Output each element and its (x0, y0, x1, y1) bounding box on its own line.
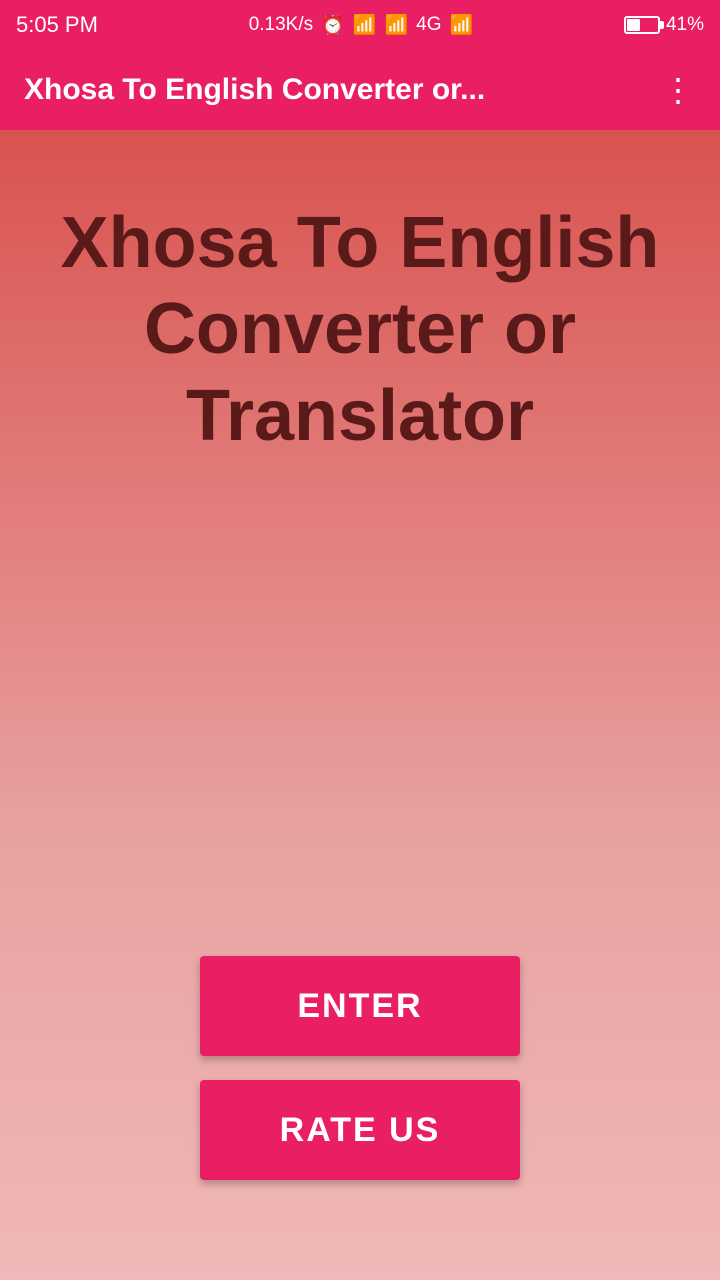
status-time: 5:05 PM (16, 12, 98, 38)
signal-icon-2: 📶 (450, 13, 474, 37)
signal-icon: 📶 (384, 13, 408, 37)
more-options-icon[interactable]: ⋮ (662, 71, 696, 109)
hero-title: Xhosa To English Converter or Translator (30, 200, 690, 459)
network-speed: 0.13K/s (249, 14, 313, 36)
4g-label: 4G (416, 14, 441, 36)
wifi-icon: 📶 (353, 13, 377, 37)
alarm-icon: ⏰ (321, 13, 345, 37)
buttons-area: ENTER RATE US (30, 956, 690, 1180)
enter-button[interactable]: ENTER (200, 956, 520, 1056)
app-bar-title: Xhosa To English Converter or... (24, 73, 485, 107)
status-bar: 5:05 PM 0.13K/s ⏰ 📶 📶 4G 📶 41% (0, 0, 720, 50)
battery-percent: 41% (666, 14, 704, 36)
main-content: Xhosa To English Converter or Translator… (0, 130, 720, 1280)
battery-icon (624, 16, 660, 34)
status-network: 0.13K/s ⏰ 📶 📶 4G 📶 (249, 13, 473, 37)
status-battery: 41% (624, 14, 704, 36)
rate-us-button[interactable]: RATE US (200, 1080, 520, 1180)
app-bar: Xhosa To English Converter or... ⋮ (0, 50, 720, 130)
